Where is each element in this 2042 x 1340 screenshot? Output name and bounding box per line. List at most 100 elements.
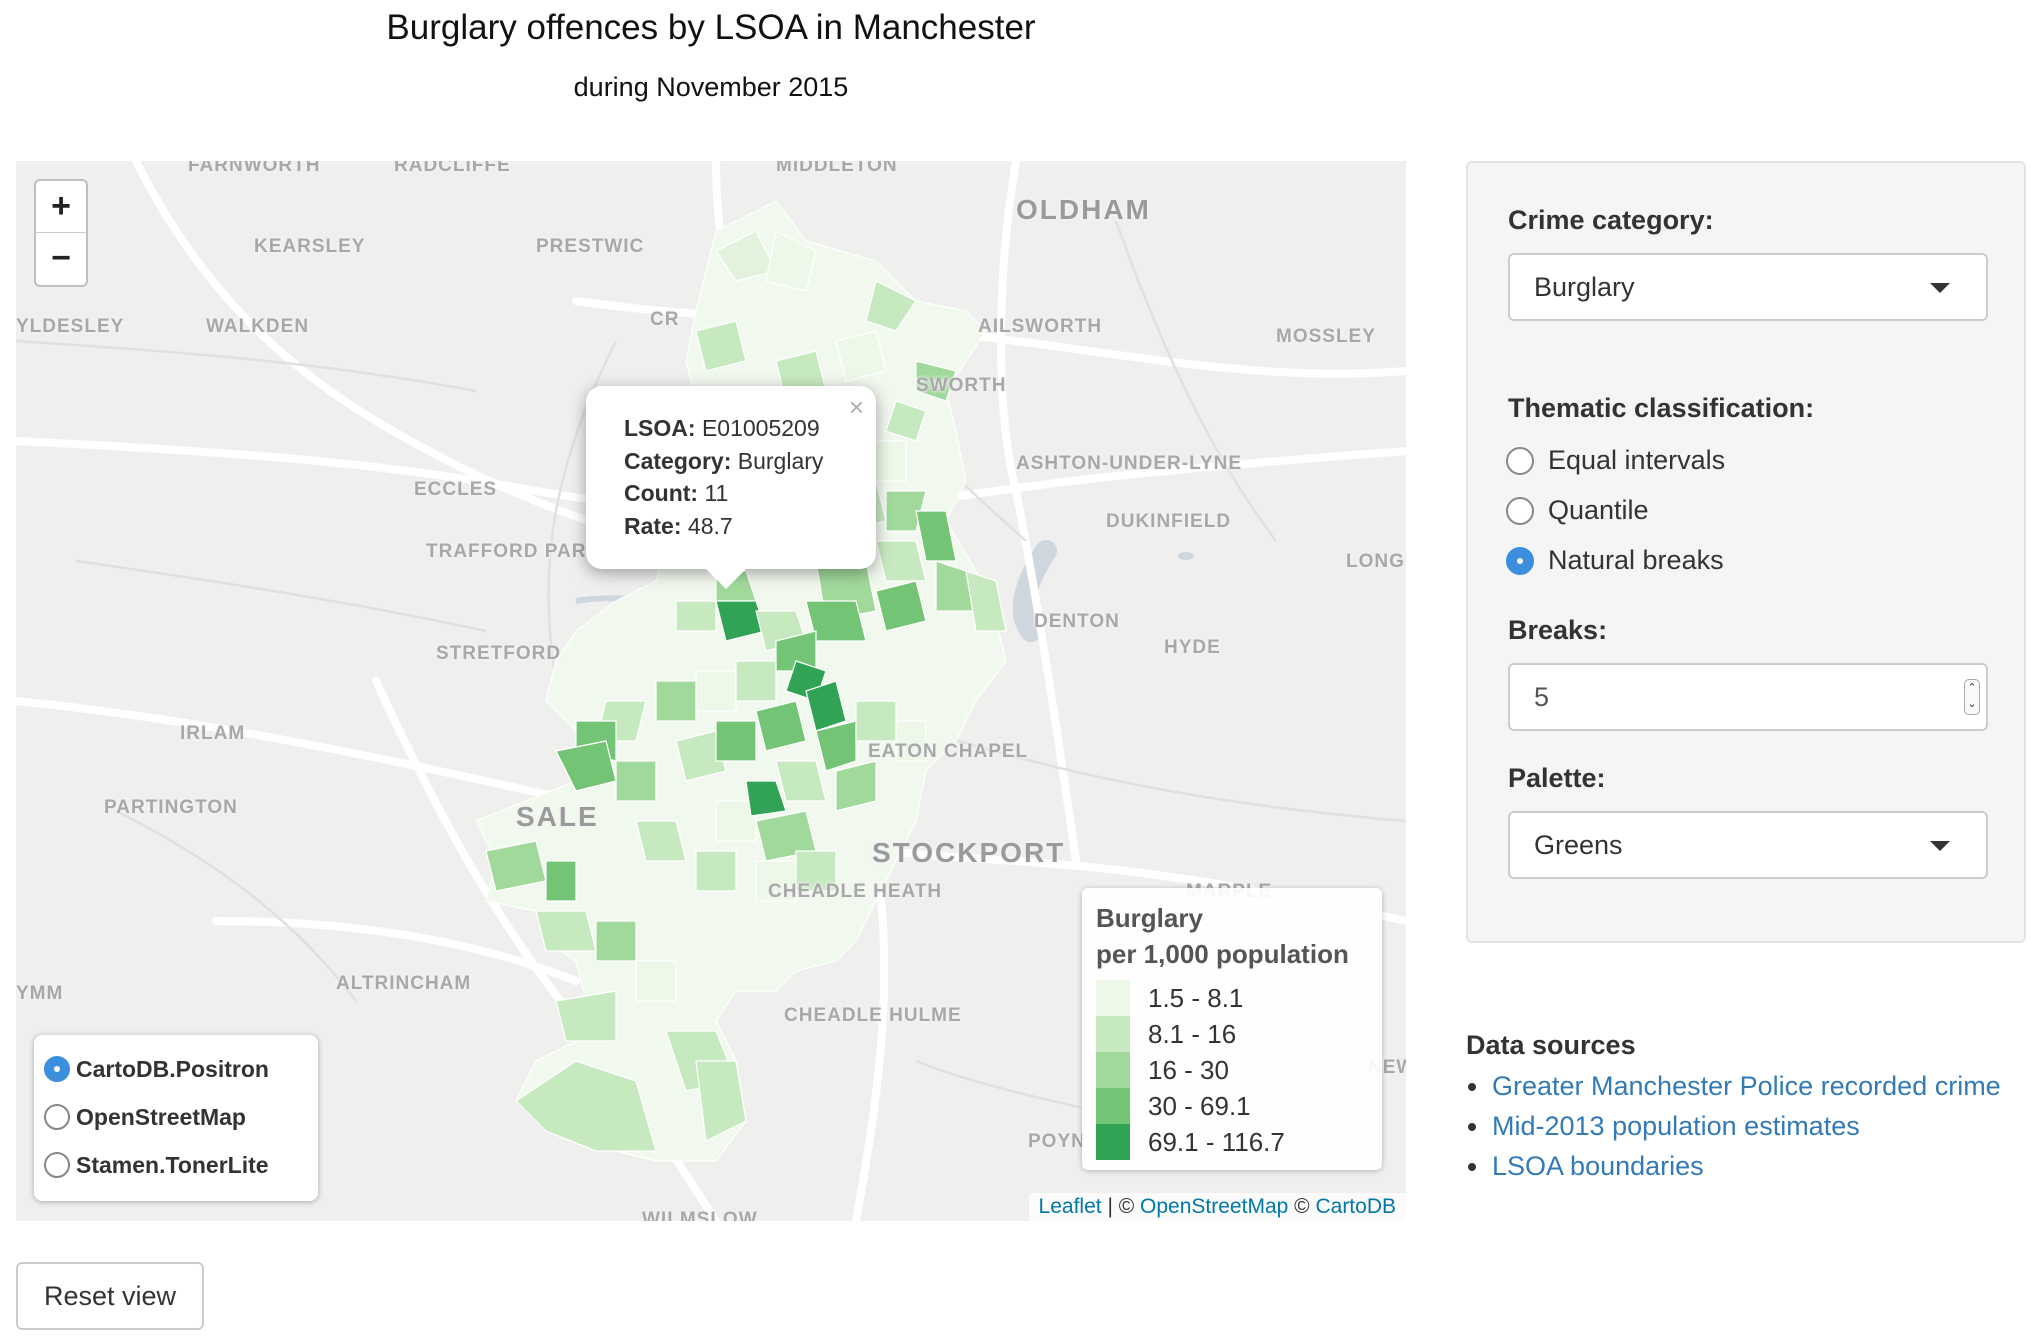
place-label: DENTON [1034, 611, 1120, 632]
radio-icon[interactable] [44, 1056, 70, 1082]
legend-title-line1: Burglary [1096, 903, 1203, 933]
place-label: WILMSLOW [642, 1209, 758, 1221]
option-label: Quantile [1548, 495, 1649, 525]
zoom-control: + − [34, 179, 88, 287]
cartodb-link[interactable]: CartoDB [1315, 1195, 1396, 1218]
option-label: Natural breaks [1548, 545, 1724, 575]
list-item: Greater Manchester Police recorded crime [1466, 1066, 2001, 1106]
reset-view-button[interactable]: Reset view [16, 1262, 204, 1330]
breaks-input[interactable]: 5 ⌃ ⌄ [1508, 663, 1988, 731]
radio-icon[interactable] [1506, 546, 1534, 575]
place-label: CR [650, 309, 680, 330]
place-label: LONG [1346, 551, 1405, 572]
legend-title-line2: per 1,000 population [1096, 939, 1349, 969]
popup-tip [706, 569, 746, 589]
map-legend: Burglary per 1,000 population 1.5 - 8.1 … [1082, 888, 1382, 1170]
list-item: LSOA boundaries [1466, 1146, 2001, 1186]
place-label: POYN [1028, 1131, 1086, 1152]
place-label: MIDDLETON [776, 161, 898, 176]
data-source-link[interactable]: Greater Manchester Police recorded crime [1492, 1071, 2001, 1101]
classification-option-quantile[interactable]: Quantile [1506, 495, 1649, 526]
page-title: Burglary offences by LSOA in Manchester [386, 8, 1036, 47]
layer-option-stamen-tonerlite[interactable]: Stamen.TonerLite [44, 1141, 318, 1189]
layer-label: OpenStreetMap [76, 1103, 246, 1130]
map-attribution: Leaflet | © OpenStreetMap © CartoDB [1028, 1193, 1406, 1221]
place-label: PARTINGTON [104, 797, 238, 818]
place-label: IRLAM [180, 723, 246, 744]
list-item: Mid-2013 population estimates [1466, 1106, 2001, 1146]
popup-lsoa-label: LSOA: [624, 415, 696, 441]
openstreetmap-link[interactable]: OpenStreetMap [1140, 1195, 1288, 1218]
legend-label: 1.5 - 8.1 [1148, 982, 1244, 1013]
place-label: SWORTH [916, 375, 1007, 396]
place-label: CHEADLE HULME [784, 1005, 962, 1026]
base-layer-control: CartoDB.Positron OpenStreetMap Stamen.To… [34, 1035, 318, 1201]
place-label: KEARSLEY [254, 236, 366, 257]
attribution-separator: | © [1101, 1195, 1141, 1218]
place-label: RADCLIFFE [394, 161, 511, 176]
place-label: ALTRINCHAM [336, 973, 472, 994]
popup-close-button[interactable]: × [849, 392, 864, 423]
place-label: YLDESLEY [16, 316, 125, 337]
legend-swatch [1096, 1088, 1130, 1124]
place-label: STRETFORD [436, 643, 562, 664]
popup-count-label: Count: [624, 480, 699, 506]
legend-label: 69.1 - 116.7 [1148, 1126, 1285, 1157]
caret-down-icon [1930, 283, 1950, 293]
palette-select[interactable]: Greens [1508, 811, 1988, 879]
zoom-out-button[interactable]: − [36, 233, 86, 285]
place-label: CHEADLE HEATH [768, 881, 943, 902]
place-label: TRAFFORD PAR [426, 541, 587, 562]
radio-icon[interactable] [44, 1104, 70, 1130]
place-label: STOCKPORT [872, 837, 1066, 868]
palette-value: Greens [1534, 830, 1623, 860]
radio-icon[interactable] [1506, 496, 1534, 525]
caret-down-icon [1930, 841, 1950, 851]
popup-category-value: Burglary [737, 447, 824, 474]
leaflet-link[interactable]: Leaflet [1039, 1195, 1102, 1218]
classification-label: Thematic classification: [1508, 393, 1815, 423]
place-label: DUKINFIELD [1106, 511, 1232, 532]
popup-lsoa-value: E01005209 [701, 415, 820, 441]
classification-option-equal-intervals[interactable]: Equal intervals [1506, 445, 1725, 476]
place-label: PRESTWIC [536, 236, 645, 257]
place-label: HYDE [1164, 637, 1221, 658]
crime-category-value: Burglary [1534, 272, 1635, 302]
layer-option-openstreetmap[interactable]: OpenStreetMap [44, 1093, 318, 1141]
option-label: Equal intervals [1548, 445, 1726, 475]
legend-swatch [1096, 1124, 1130, 1160]
radio-icon[interactable] [44, 1152, 70, 1178]
data-source-link[interactable]: Mid-2013 population estimates [1492, 1111, 1860, 1141]
data-source-link[interactable]: LSOA boundaries [1492, 1151, 1704, 1181]
crime-category-select[interactable]: Burglary [1508, 253, 1988, 321]
controls-panel: Crime category: Burglary Thematic classi… [1466, 161, 2026, 943]
place-label: ASHTON-UNDER-LYNE [1016, 453, 1243, 474]
layer-label: Stamen.TonerLite [76, 1151, 269, 1178]
popup-count-value: 11 [704, 480, 729, 506]
legend-class: 16 - 30 [1096, 1052, 1368, 1088]
legend-class: 69.1 - 116.7 [1096, 1124, 1368, 1160]
classification-option-natural-breaks[interactable]: Natural breaks [1506, 545, 1724, 576]
legend-swatch [1096, 980, 1130, 1016]
legend-label: 30 - 69.1 [1148, 1090, 1251, 1121]
popup-rate-value: 48.7 [687, 512, 733, 539]
choropleth-map[interactable]: FARNWORTH RADCLIFFE MIDDLETON OLDHAM KEA… [16, 161, 1406, 1221]
place-label: AILSWORTH [978, 316, 1103, 337]
popup-rate-label: Rate: [624, 512, 682, 539]
palette-label: Palette: [1508, 763, 1606, 793]
place-label: WALKDEN [206, 316, 310, 337]
place-label: MOSSLEY [1276, 326, 1376, 347]
breaks-value: 5 [1534, 682, 1550, 712]
page-subtitle: during November 2015 [573, 72, 849, 102]
legend-swatch [1096, 1052, 1130, 1088]
data-sources-list: Greater Manchester Police recorded crime… [1466, 1066, 2001, 1186]
zoom-in-button[interactable]: + [36, 181, 86, 233]
number-spinner[interactable]: ⌃ ⌄ [1964, 679, 1980, 715]
layer-option-cartodb-positron[interactable]: CartoDB.Positron [44, 1045, 318, 1093]
place-label: SALE [516, 801, 599, 832]
radio-icon[interactable] [1506, 446, 1534, 475]
legend-label: 8.1 - 16 [1148, 1018, 1237, 1049]
place-label: YMM [16, 983, 64, 1004]
lsoa-popup: × LSOA: E01005209 Category: Burglary Cou… [586, 386, 876, 589]
place-label: ECCLES [414, 479, 498, 500]
